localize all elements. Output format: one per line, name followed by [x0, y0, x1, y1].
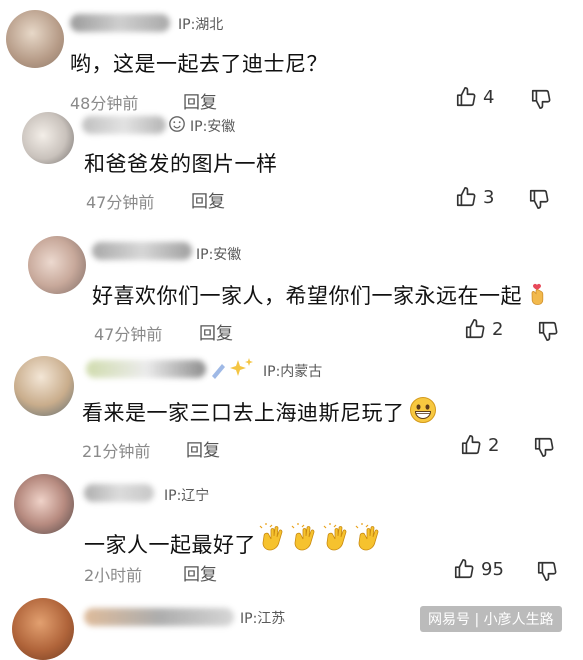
username[interactable]	[92, 242, 192, 260]
avatar[interactable]	[28, 236, 86, 294]
grinning-face-emoji-icon	[409, 396, 437, 429]
comment-item: IP:湖北 哟，这是一起去了迪士尼？ 48分钟前 回复 4	[0, 0, 583, 113]
comment-text: 哟，这是一起去了迪士尼？	[70, 52, 328, 76]
like-count: 2	[492, 318, 504, 340]
like-button[interactable]: 3	[455, 186, 494, 208]
sparkles-icon	[208, 356, 254, 380]
comment-text: 看来是一家三口去上海迪斯尼玩了	[82, 396, 437, 429]
ip-location: IP:内蒙古	[263, 364, 323, 380]
reply-button[interactable]: 回复	[199, 319, 233, 344]
thumbs-up-icon	[455, 86, 477, 108]
ip-location: IP:安徽	[190, 119, 236, 135]
ip-location: IP:湖北	[178, 17, 224, 33]
comment-text: 好喜欢你们一家人，希望你们一家永远在一起	[92, 280, 550, 312]
thumbs-down-icon[interactable]	[533, 436, 555, 458]
comment-item: IP:安徽 和爸爸发的图片一样 47分钟前 回复 3	[0, 112, 583, 230]
reply-button[interactable]: 回复	[186, 436, 220, 461]
username[interactable]	[84, 484, 154, 502]
like-button[interactable]: 4	[455, 86, 494, 108]
watermark: 网易号 | 小彦人生路	[420, 606, 562, 632]
avatar[interactable]	[6, 10, 64, 68]
comment-time: 47分钟前	[86, 193, 155, 212]
ip-location: IP:江苏	[240, 611, 286, 627]
reply-button[interactable]: 回复	[191, 187, 225, 212]
avatar[interactable]	[14, 356, 74, 416]
comment-time: 47分钟前	[94, 325, 163, 344]
comment-time: 48分钟前	[70, 94, 139, 113]
like-button[interactable]: 2	[460, 434, 499, 456]
like-count: 4	[483, 86, 495, 108]
comment-item: IP:安徽 好喜欢你们一家人，希望你们一家永远在一起 47分钟前 回复 2	[0, 230, 583, 348]
comment-time: 2小时前	[84, 566, 143, 585]
comment-text: 一家人一起最好了	[84, 522, 386, 561]
thumbs-up-icon	[453, 558, 475, 580]
smiley-icon	[168, 115, 186, 133]
ip-location: IP:辽宁	[164, 488, 210, 504]
reply-button[interactable]: 回复	[183, 560, 217, 585]
like-count: 2	[488, 434, 500, 456]
like-count: 3	[483, 186, 495, 208]
username[interactable]	[86, 360, 206, 378]
username[interactable]	[70, 14, 170, 32]
comment-item: IP:辽宁 一家人一起最好了 2小时前 回复 95	[0, 472, 583, 596]
comment-text-body: 一家人一起最好了	[84, 533, 256, 557]
thumbs-up-icon	[464, 318, 486, 340]
clapping-hands-emoji-icon	[258, 522, 386, 561]
thumbs-down-icon[interactable]	[528, 188, 550, 210]
like-button[interactable]: 2	[464, 318, 503, 340]
comment-text-body: 看来是一家三口去上海迪斯尼玩了	[82, 401, 405, 425]
like-count: 95	[481, 558, 504, 580]
comment-time: 21分钟前	[82, 442, 151, 461]
thumbs-down-icon[interactable]	[536, 560, 558, 582]
reply-button[interactable]: 回复	[183, 88, 217, 113]
avatar[interactable]	[14, 474, 74, 534]
avatar[interactable]	[22, 112, 74, 164]
thumbs-down-icon[interactable]	[537, 320, 559, 342]
avatar[interactable]	[12, 598, 74, 660]
comment-text-body: 好喜欢你们一家人，希望你们一家永远在一起	[92, 284, 522, 308]
thumbs-up-icon	[460, 434, 482, 456]
username[interactable]	[82, 116, 166, 134]
comment-item: IP:内蒙古 看来是一家三口去上海迪斯尼玩了 21分钟前 回复 2	[0, 348, 583, 472]
thumbs-down-icon[interactable]	[530, 88, 552, 110]
like-button[interactable]: 95	[453, 558, 504, 580]
ip-location: IP:安徽	[196, 247, 242, 263]
comment-text: 和爸爸发的图片一样	[84, 152, 278, 176]
thumbs-up-icon	[455, 186, 477, 208]
finger-heart-emoji-icon	[526, 281, 550, 312]
username[interactable]	[84, 608, 234, 626]
